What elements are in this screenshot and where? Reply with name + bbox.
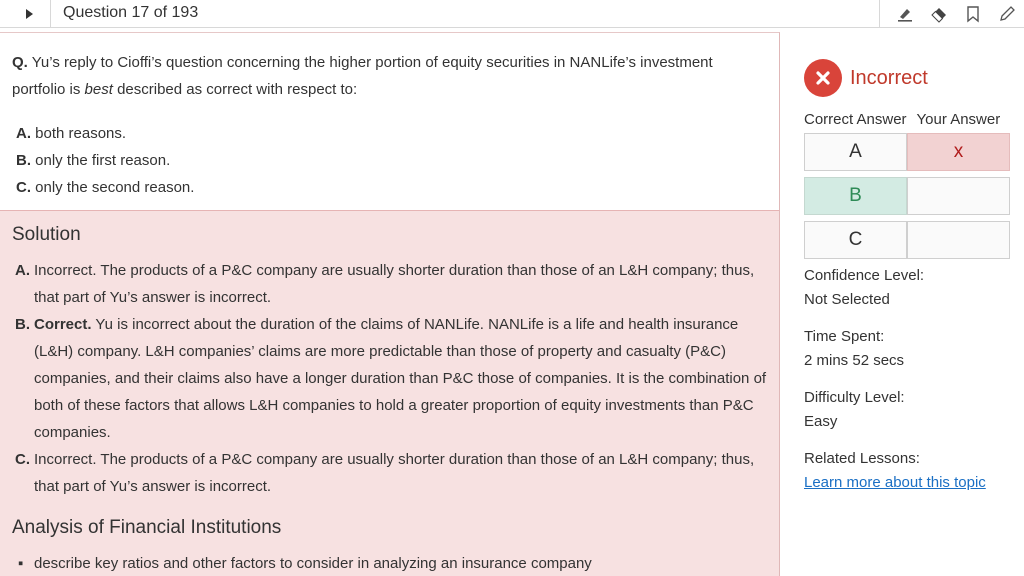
pencil-icon[interactable] — [996, 3, 1018, 25]
option-text: both reasons. — [31, 125, 127, 142]
solution-text: Incorrect. The products of a P&C company… — [34, 257, 775, 311]
solution-letter: A. — [15, 262, 30, 279]
bullet-marker: ▪ — [18, 555, 24, 572]
answer-grid: A x B C — [804, 133, 1011, 265]
confidence-label: Confidence Level: — [804, 267, 925, 284]
answer-options: A. both reasons. B. only the first reaso… — [16, 120, 194, 201]
highlighter-icon[interactable] — [894, 3, 916, 25]
your-answer-cell: x — [907, 133, 1010, 171]
time-value: 2 mins 52 secs — [804, 352, 905, 369]
lesson-title: Analysis of Financial Institutions — [12, 517, 282, 538]
result-status: Incorrect — [804, 59, 928, 97]
solution-list: A. Incorrect. The products of a P&C comp… — [15, 257, 775, 500]
divider — [879, 0, 880, 28]
lesson-bullet-text: describe key ratios and other factors to… — [34, 555, 592, 572]
your-answer-cell — [907, 221, 1010, 259]
correct-cell: B — [804, 177, 907, 215]
solution-letter: C. — [15, 451, 30, 468]
confidence-block: Confidence Level: Not Selected — [804, 264, 924, 312]
toolbar — [879, 0, 1024, 28]
correct-answer-header: Correct Answer — [804, 111, 907, 128]
solution-item-c: C. Incorrect. The products of a P&C comp… — [15, 446, 775, 500]
solution-text: Correct. Yu is incorrect about the durat… — [34, 311, 775, 446]
option-text: only the first reason. — [31, 152, 171, 169]
play-icon[interactable] — [22, 7, 36, 21]
time-block: Time Spent: 2 mins 52 secs — [804, 325, 904, 373]
correct-cell: C — [804, 221, 907, 259]
lesson-bullet: ▪ describe key ratios and other factors … — [18, 550, 592, 576]
bookmark-icon[interactable] — [962, 3, 984, 25]
solution-body: Incorrect. The products of a P&C company… — [34, 451, 755, 495]
eraser-icon[interactable] — [928, 3, 950, 25]
solution-panel: Solution A. Incorrect. The products of a… — [0, 210, 779, 576]
related-block: Related Lessons: Learn more about this t… — [804, 447, 986, 495]
option-letter: B. — [16, 152, 31, 169]
question-text: Q. Yu’s reply to Cioffi’s question conce… — [12, 49, 752, 103]
solution-letter: B. — [15, 316, 30, 333]
divider — [50, 0, 51, 28]
question-prefix: Q. — [12, 54, 28, 71]
confidence-value: Not Selected — [804, 291, 890, 308]
solution-body: Yu is incorrect about the duration of th… — [34, 316, 767, 441]
your-answer-cell — [907, 177, 1010, 215]
solution-body: Incorrect. The products of a P&C company… — [34, 262, 755, 306]
related-lesson-link[interactable]: Learn more about this topic — [804, 471, 986, 495]
solution-title: Solution — [12, 224, 81, 245]
answer-row: B — [804, 177, 1011, 215]
correct-cell: A — [804, 133, 907, 171]
top-bar: Question 17 of 193 — [0, 0, 1024, 28]
question-emphasis: best — [84, 81, 113, 98]
your-answer-header: Your Answer — [916, 111, 1001, 128]
result-label: Incorrect — [850, 66, 928, 89]
option-letter: A. — [16, 125, 31, 142]
answer-row: A x — [804, 133, 1011, 171]
answer-headers: Correct Answer Your Answer — [804, 111, 1000, 128]
difficulty-value: Easy — [804, 413, 838, 430]
question-counter: Question 17 of 193 — [63, 4, 199, 21]
solution-lead: Correct. — [34, 316, 92, 333]
solution-text: Incorrect. The products of a P&C company… — [34, 446, 775, 500]
time-label: Time Spent: — [804, 328, 885, 345]
option-letter: C. — [16, 179, 31, 196]
difficulty-label: Difficulty Level: — [804, 389, 905, 406]
answer-row: C — [804, 221, 1011, 259]
solution-item-b: B. Correct. Yu is incorrect about the du… — [15, 311, 775, 446]
question-text-after: described as correct with respect to: — [112, 81, 358, 98]
related-label: Related Lessons: — [804, 450, 920, 467]
question-panel: Q. Yu’s reply to Cioffi’s question conce… — [0, 32, 780, 576]
option-a[interactable]: A. both reasons. — [16, 120, 194, 147]
close-icon — [804, 59, 842, 97]
option-c[interactable]: C. only the second reason. — [16, 174, 194, 201]
result-panel: Incorrect Correct Answer Your Answer A x… — [781, 32, 1024, 576]
solution-item-a: A. Incorrect. The products of a P&C comp… — [15, 257, 775, 311]
option-b[interactable]: B. only the first reason. — [16, 147, 194, 174]
difficulty-block: Difficulty Level: Easy — [804, 386, 905, 434]
option-text: only the second reason. — [31, 179, 195, 196]
